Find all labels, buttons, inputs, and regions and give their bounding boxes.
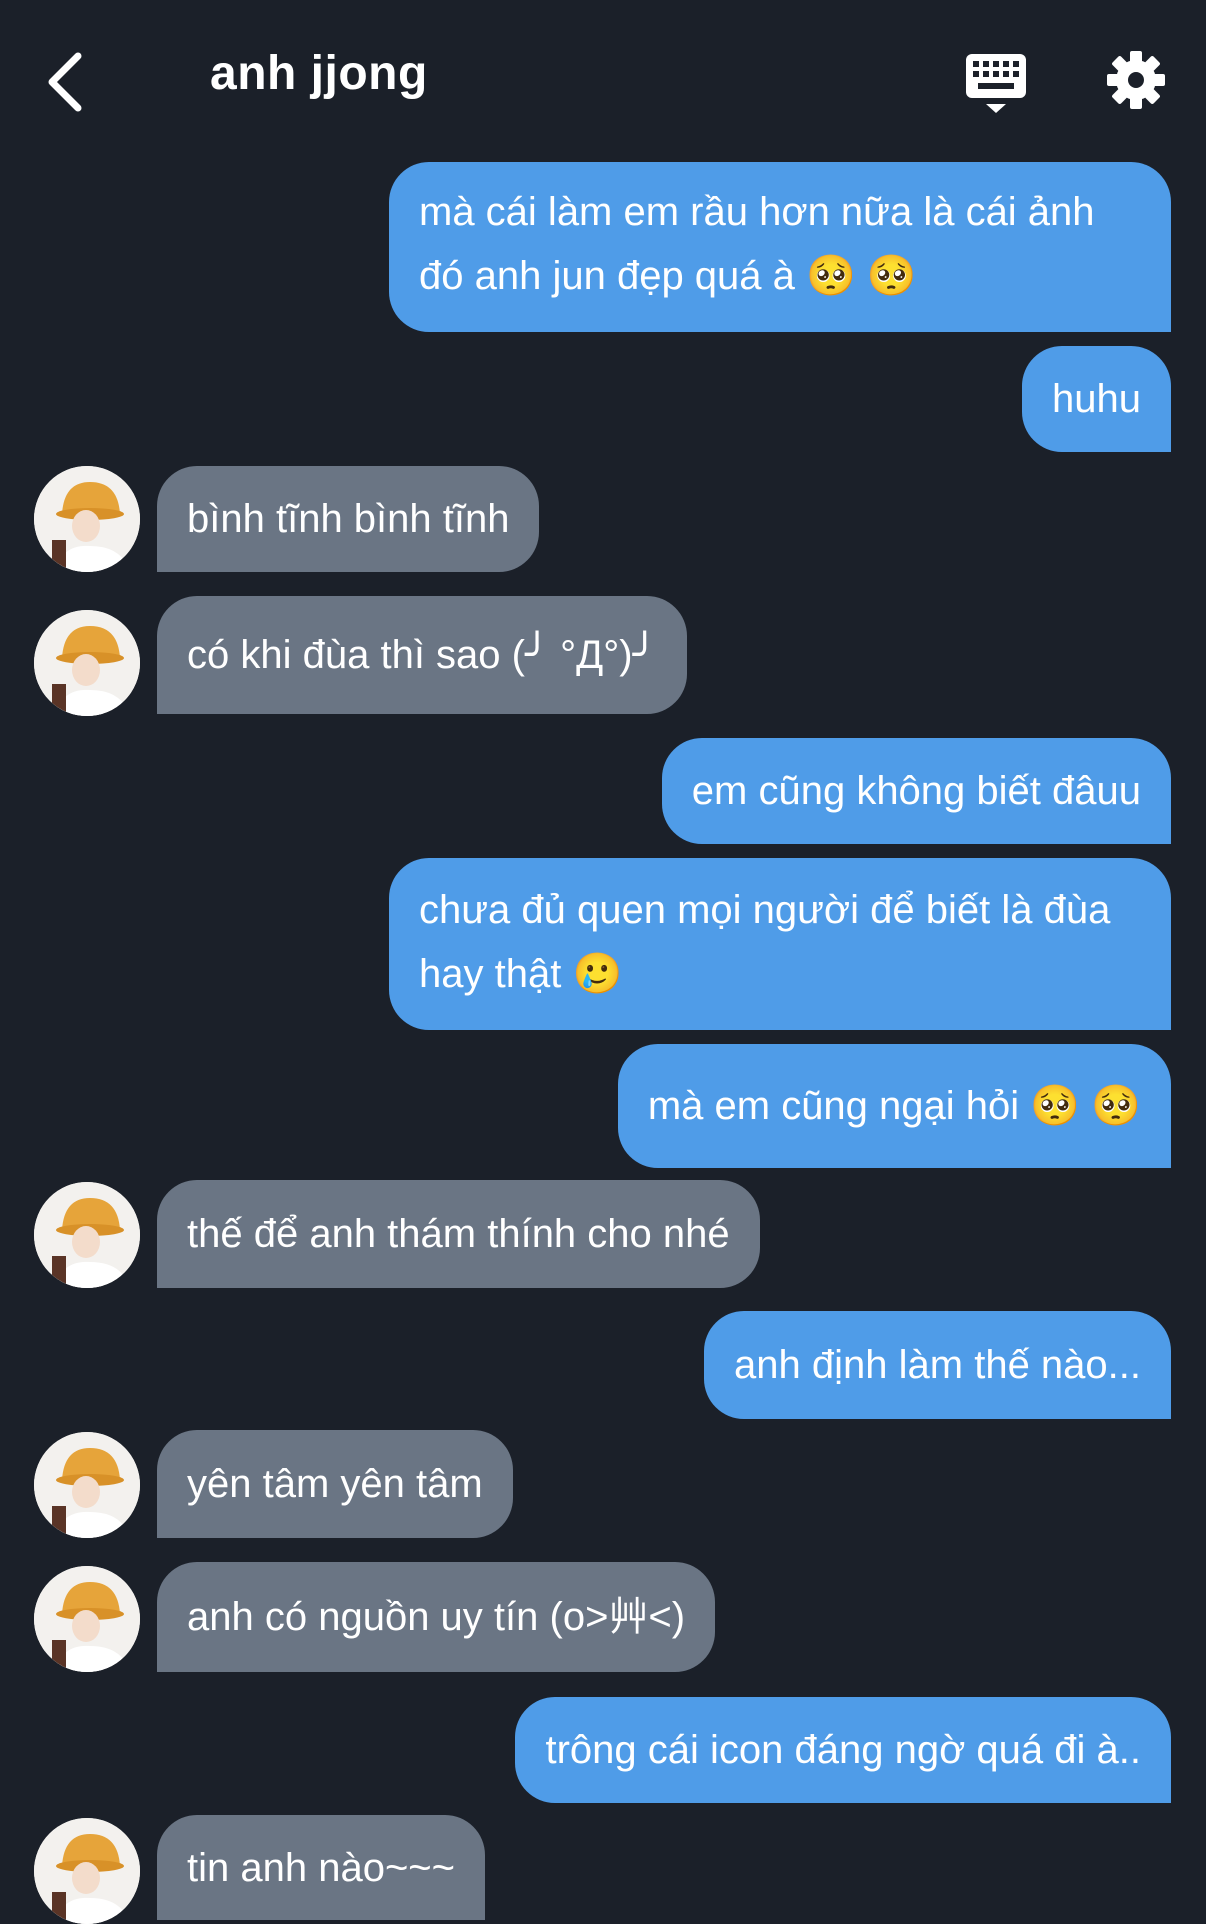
received-message[interactable]: anh có nguồn uy tín (o>艸<) xyxy=(157,1562,716,1672)
chevron-left-icon xyxy=(48,52,82,112)
avatar-image xyxy=(34,1182,140,1288)
sent-message[interactable]: chưa đủ quen mọi người để biết là đùa ha… xyxy=(389,858,1171,1030)
received-message[interactable]: có khi đùa thì sao (╯ °Д°)╯ xyxy=(157,596,687,714)
sent-message[interactable]: anh định làm thế nào... xyxy=(704,1311,1171,1419)
avatar-image xyxy=(34,610,140,716)
sent-message[interactable]: trông cái icon đáng ngờ quá đi à.. xyxy=(515,1697,1171,1803)
received-message[interactable]: thế để anh thám thính cho nhé xyxy=(157,1180,760,1288)
keyboard-toggle-button[interactable] xyxy=(960,50,1032,116)
avatar-image xyxy=(34,1566,140,1672)
received-message[interactable]: tin anh nào~~~ xyxy=(157,1815,486,1920)
sent-message[interactable]: mà em cũng ngại hỏi 🥺 🥺 xyxy=(617,1044,1171,1168)
avatar[interactable] xyxy=(34,1432,140,1538)
avatar-image xyxy=(34,1432,140,1538)
gear-icon xyxy=(1107,51,1165,109)
avatar[interactable] xyxy=(34,1566,140,1672)
settings-button[interactable] xyxy=(1106,50,1166,110)
avatar[interactable] xyxy=(34,466,140,572)
back-button[interactable] xyxy=(40,42,96,122)
sent-message[interactable]: em cũng không biết đâuu xyxy=(661,738,1171,844)
received-message[interactable]: yên tâm yên tâm xyxy=(157,1430,513,1538)
avatar[interactable] xyxy=(34,610,140,716)
avatar[interactable] xyxy=(34,1818,140,1924)
avatar-image xyxy=(34,1818,140,1924)
avatar-image xyxy=(34,466,140,572)
received-message[interactable]: bình tĩnh bình tĩnh xyxy=(157,466,540,572)
sent-message[interactable]: mà cái làm em rầu hơn nữa là cái ảnh đó … xyxy=(389,162,1171,332)
chat-header: anh jjong xyxy=(0,0,1206,160)
chat-title: anh jjong xyxy=(210,47,428,100)
sent-message[interactable]: huhu xyxy=(1022,346,1171,452)
avatar[interactable] xyxy=(34,1182,140,1288)
keyboard-icon xyxy=(966,54,1026,113)
